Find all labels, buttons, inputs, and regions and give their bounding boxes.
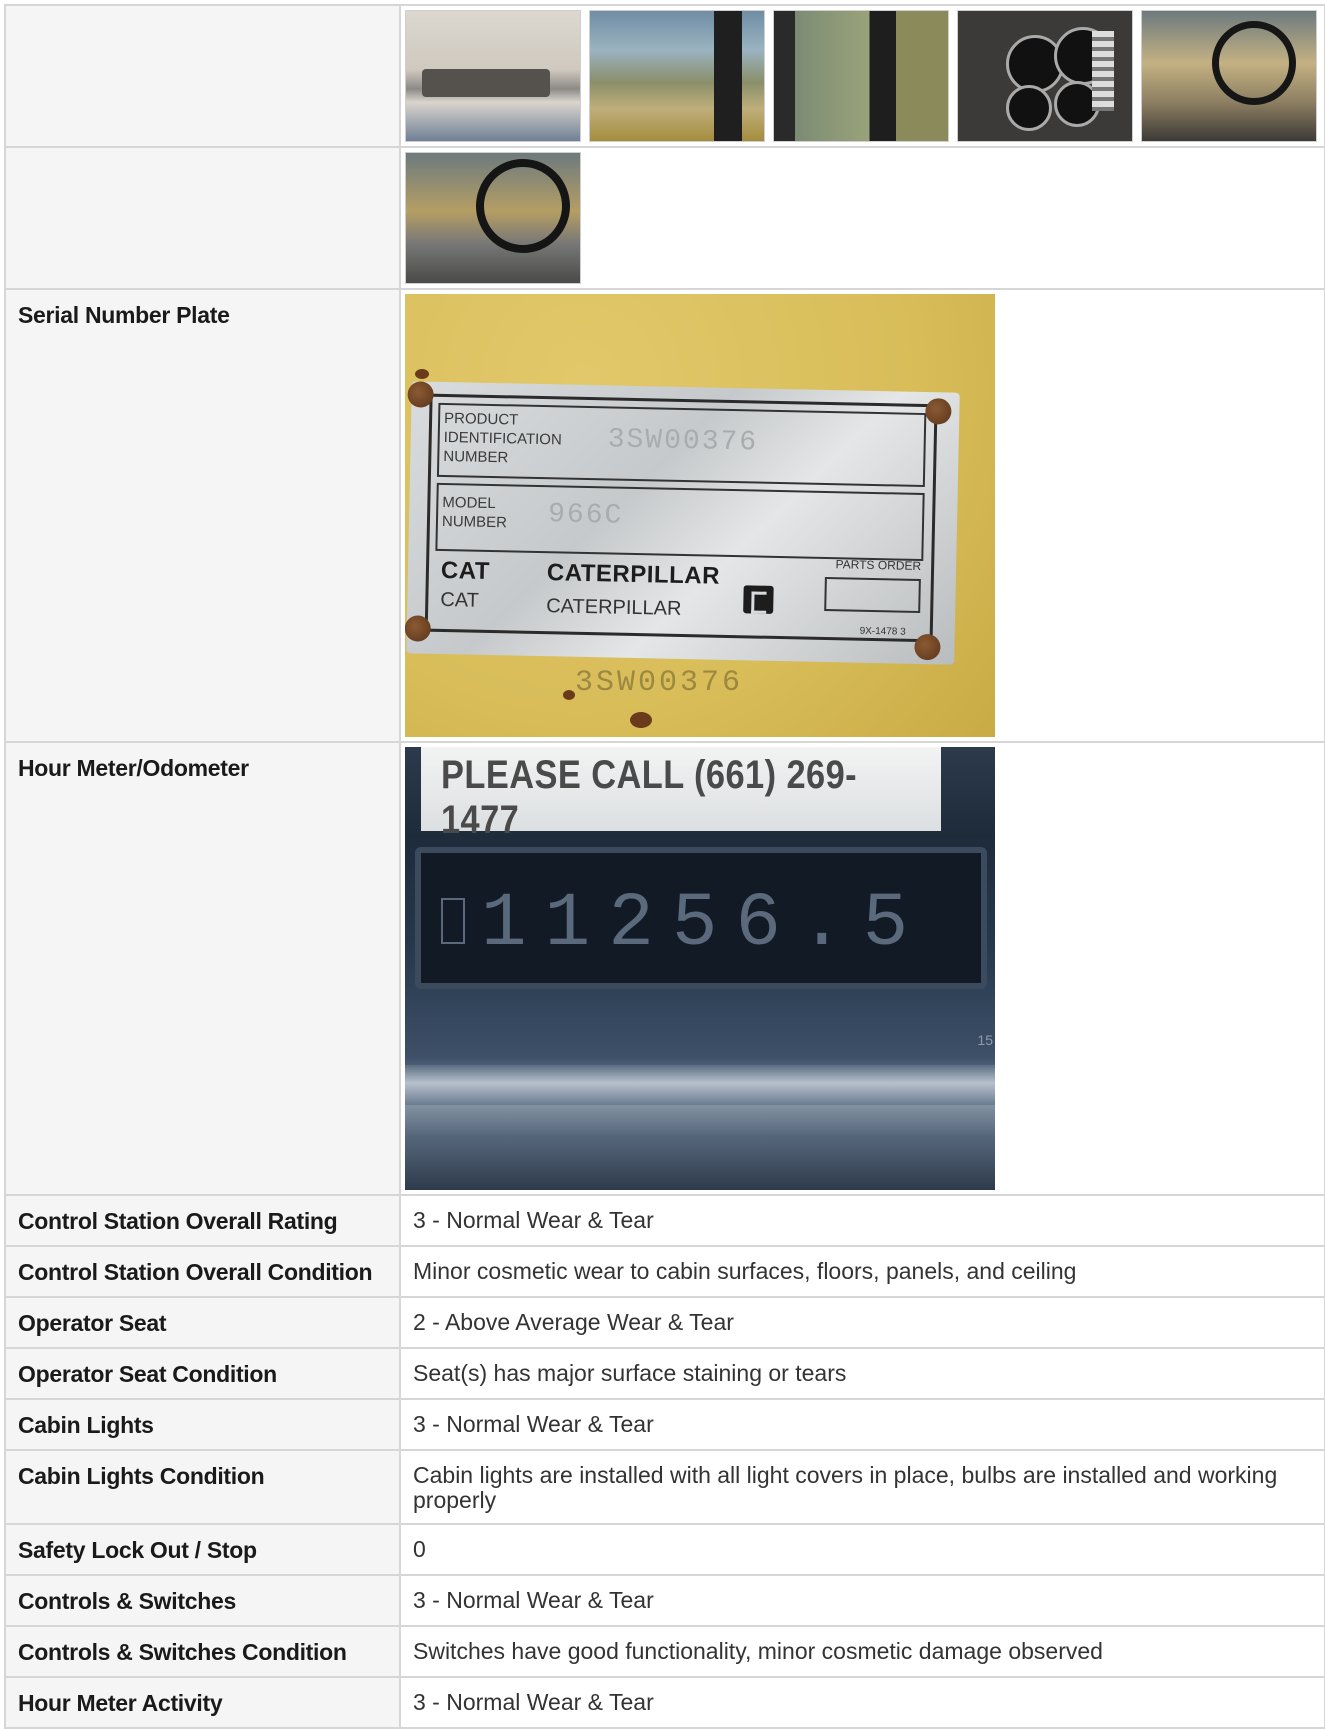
hour-meter-display: 11256.5	[415, 847, 987, 989]
parts-order-box	[824, 576, 921, 613]
photo-row	[4, 146, 1325, 290]
pin-label: PRODUCT IDENTIFICATION NUMBER	[443, 409, 562, 467]
cat-emblem-icon	[743, 585, 774, 614]
detail-row: Cabin Lights Condition Cabin lights are …	[4, 1449, 1325, 1525]
detail-row: Operator Seat 2 - Above Average Wear & T…	[4, 1296, 1325, 1349]
detail-label: Controls & Switches	[4, 1574, 401, 1627]
detail-value: 3 - Normal Wear & Tear	[399, 1398, 1325, 1451]
detail-row: Operator Seat Condition Seat(s) has majo…	[4, 1347, 1325, 1400]
detail-value: Seat(s) has major surface staining or te…	[399, 1347, 1325, 1400]
pin-value: 3SW00376	[607, 424, 759, 459]
detail-value: Cabin lights are installed with all ligh…	[399, 1449, 1325, 1525]
photo-row-label	[4, 146, 401, 290]
serial-plate: PRODUCT IDENTIFICATION NUMBER 3SW00376 M…	[405, 381, 960, 665]
detail-label: Control Station Overall Condition	[4, 1245, 401, 1298]
serial-number-plate-photo-cell: PRODUCT IDENTIFICATION NUMBER 3SW00376 M…	[399, 288, 1325, 743]
detail-label: Hour Meter Activity	[4, 1676, 401, 1729]
edge-mark: 15	[977, 1032, 993, 1048]
detail-value: 3 - Normal Wear & Tear	[399, 1194, 1325, 1247]
operator-station-thumbnail[interactable]	[405, 152, 581, 284]
detail-row: Controls & Switches Condition Switches h…	[4, 1625, 1325, 1678]
detail-value: Switches have good functionality, minor …	[399, 1625, 1325, 1678]
photo-row	[4, 4, 1325, 148]
detail-value: 3 - Normal Wear & Tear	[399, 1676, 1325, 1729]
cat-logo: CAT	[440, 556, 491, 585]
gauge-cluster-thumbnail[interactable]	[957, 10, 1133, 142]
detail-row: Cabin Lights 3 - Normal Wear & Tear	[4, 1398, 1325, 1451]
hour-meter-label: Hour Meter/Odometer	[4, 741, 401, 1196]
detail-label: Operator Seat	[4, 1296, 401, 1349]
photo-row-label	[4, 4, 401, 148]
detail-label: Control Station Overall Rating	[4, 1194, 401, 1247]
cat-text: CAT	[440, 588, 480, 612]
serial-number-plate-photo[interactable]: PRODUCT IDENTIFICATION NUMBER 3SW00376 M…	[405, 294, 995, 737]
detail-value: 3 - Normal Wear & Tear	[399, 1574, 1325, 1627]
detail-value: Minor cosmetic wear to cabin surfaces, f…	[399, 1245, 1325, 1298]
parts-order-label: PARTS ORDER	[835, 557, 922, 573]
cabin-ceiling-thumbnail[interactable]	[405, 10, 581, 142]
inspection-report-table: Serial Number Plate PRODUCT IDENTIFICATI…	[4, 4, 1325, 1729]
detail-row: Hour Meter Activity 3 - Normal Wear & Te…	[4, 1676, 1325, 1729]
detail-label: Cabin Lights	[4, 1398, 401, 1451]
contact-sign: PLEASE CALL (661) 269-1477	[421, 747, 941, 842]
plate-part-number: 9X-1478 3	[859, 625, 906, 638]
detail-label: Safety Lock Out / Stop	[4, 1523, 401, 1576]
grab-rail	[405, 1065, 995, 1105]
steering-wheel-thumbnail[interactable]	[1141, 10, 1317, 142]
hour-meter-photo-cell: PLEASE CALL (661) 269-1477 11256.5 15	[399, 741, 1325, 1196]
serial-number-plate-label: Serial Number Plate	[4, 288, 401, 743]
cabin-window-thumbnail[interactable]	[589, 10, 765, 142]
photo-row-thumbnails	[399, 4, 1325, 148]
detail-row: Safety Lock Out / Stop 0	[4, 1523, 1325, 1576]
detail-row: Controls & Switches 3 - Normal Wear & Te…	[4, 1574, 1325, 1627]
hour-meter-reading: 11256.5	[481, 881, 927, 967]
cabin-door-thumbnail[interactable]	[773, 10, 949, 142]
stenciled-serial: 3SW00376	[575, 666, 744, 700]
caterpillar-text: CATERPILLAR	[545, 595, 682, 620]
model-label: MODEL NUMBER	[441, 493, 508, 532]
hour-meter-row: Hour Meter/Odometer PLEASE CALL (661) 26…	[4, 741, 1325, 1196]
hourglass-icon	[441, 898, 465, 944]
detail-label: Operator Seat Condition	[4, 1347, 401, 1400]
serial-number-plate-row: Serial Number Plate PRODUCT IDENTIFICATI…	[4, 288, 1325, 743]
detail-row: Control Station Overall Condition Minor …	[4, 1245, 1325, 1298]
detail-value: 2 - Above Average Wear & Tear	[399, 1296, 1325, 1349]
hour-meter-photo[interactable]: PLEASE CALL (661) 269-1477 11256.5 15	[405, 747, 995, 1190]
detail-row: Control Station Overall Rating 3 - Norma…	[4, 1194, 1325, 1247]
model-value: 966C	[547, 499, 624, 532]
caterpillar-logo: CATERPILLAR	[546, 559, 721, 590]
detail-label: Cabin Lights Condition	[4, 1449, 401, 1525]
detail-label: Controls & Switches Condition	[4, 1625, 401, 1678]
photo-row-thumbnails	[399, 146, 1325, 290]
detail-value: 0	[399, 1523, 1325, 1576]
